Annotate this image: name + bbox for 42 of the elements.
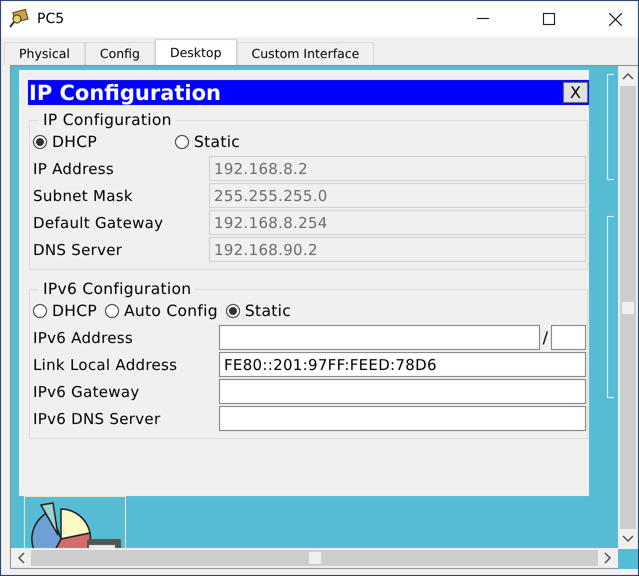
field-label: IP Address (33, 160, 115, 178)
radio-option[interactable]: DHCP (33, 302, 97, 320)
radio-icon[interactable] (175, 135, 189, 149)
tab[interactable]: Desktop (154, 39, 237, 65)
field-label: DNS Server (33, 240, 124, 258)
window-title: PC5 (37, 11, 66, 27)
radio-icon[interactable] (226, 304, 240, 318)
address-field[interactable] (219, 325, 540, 350)
radio-option[interactable]: Static (175, 133, 309, 151)
scroll-thumb[interactable] (308, 552, 320, 564)
minimize-icon[interactable] (477, 18, 489, 20)
prefix-field[interactable] (551, 325, 586, 350)
radio-option[interactable]: DHCP (33, 133, 167, 151)
app-icon (9, 9, 31, 29)
scrollbar-corner (618, 549, 638, 569)
radio-icon[interactable] (33, 135, 47, 149)
field-label: Subnet Mask (33, 186, 134, 204)
field-label: IPv6 DNS Server (33, 410, 162, 428)
dialog-title: IP Configuration (29, 80, 221, 104)
field-label: IPv6 Gateway (33, 382, 141, 400)
tab[interactable]: Custom Interface (236, 42, 374, 65)
close-icon[interactable] (608, 12, 622, 26)
radio-option[interactable]: Auto Config (104, 302, 218, 320)
tab[interactable]: Physical (4, 42, 85, 65)
address-field[interactable] (219, 379, 586, 404)
address-field[interactable] (219, 406, 586, 431)
radio-icon[interactable] (104, 304, 119, 318)
close-button[interactable]: X (563, 82, 588, 103)
radio-option[interactable]: Static (226, 302, 292, 320)
group-title: IPv6 Configuration (42, 280, 192, 298)
address-field[interactable]: FE80::201:97FF:FEED:78D6 (219, 352, 586, 377)
field-label: Default Gateway (33, 214, 164, 232)
scroll-thumb[interactable] (622, 302, 634, 314)
horizontal-scrollbar[interactable] (31, 550, 598, 566)
vertical-scrollbar[interactable] (620, 86, 636, 529)
field-label: IPv6 Address (33, 328, 134, 346)
group-title: IP Configuration (42, 111, 173, 129)
maximize-icon[interactable] (543, 13, 555, 25)
tab[interactable]: Config (84, 42, 155, 65)
field-label: Link Local Address (33, 356, 178, 374)
radio-icon[interactable] (33, 304, 47, 318)
separator-text: / (542, 328, 548, 347)
